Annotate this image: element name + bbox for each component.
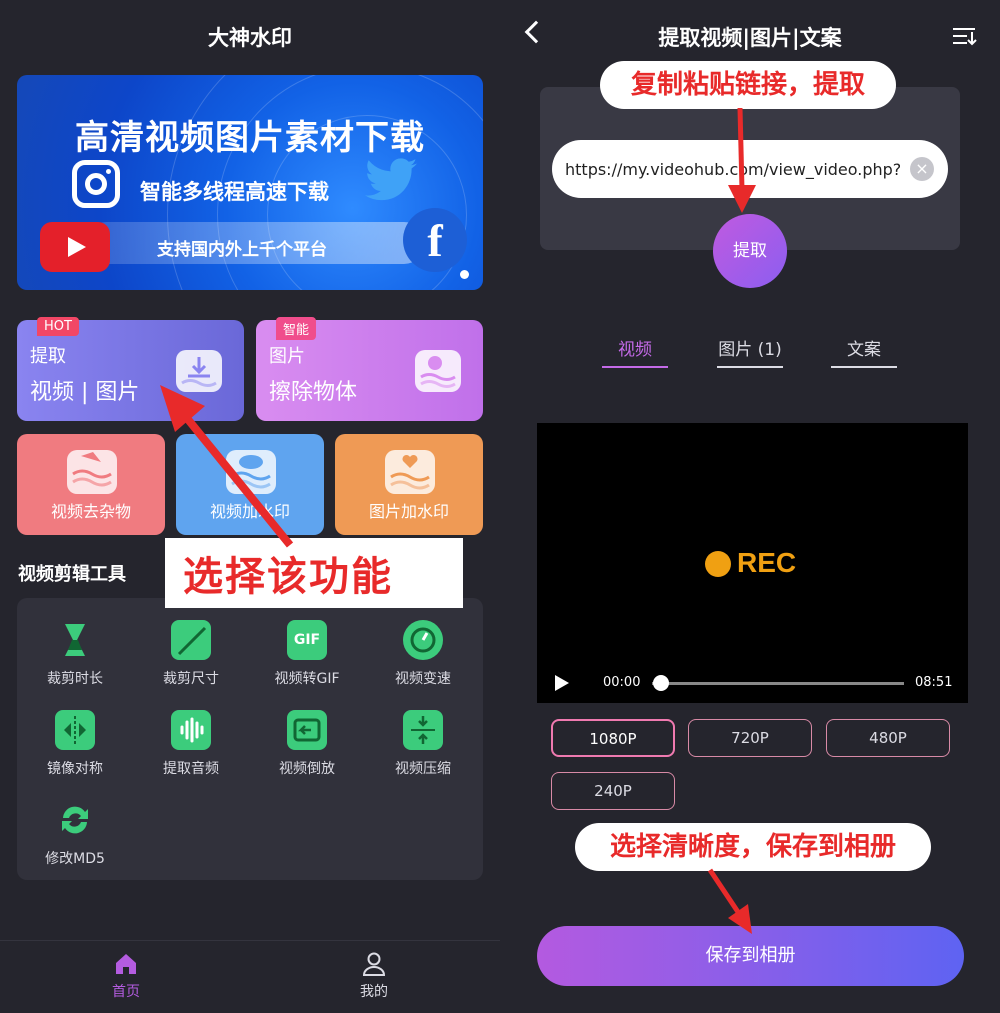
page-title: 提取视频|图片|文案 (658, 26, 842, 50)
tool-label: 裁剪尺寸 (163, 671, 219, 687)
hourglass-icon (55, 620, 95, 660)
tool-crop-size[interactable]: 裁剪尺寸 (133, 620, 249, 688)
banner-pill-text: 支持国内外上千个平台 (157, 240, 327, 260)
ai-erase-icon (415, 350, 461, 392)
save-to-album-button[interactable]: 保存到相册 (537, 926, 964, 986)
tab-video[interactable]: 视频 (602, 335, 668, 368)
url-input[interactable] (552, 140, 948, 198)
facebook-icon: f (403, 208, 467, 272)
clear-icon[interactable]: × (910, 157, 934, 181)
card-line2: 擦除物体 (269, 380, 358, 405)
tab-image[interactable]: 图片 (1) (717, 335, 783, 368)
tool-label: 镜像对称 (47, 761, 103, 777)
gif-glyph: GIF (293, 632, 321, 648)
hot-badge: HOT (37, 317, 79, 336)
video-erase-icon (67, 450, 117, 494)
nav-label: 我的 (360, 984, 388, 1000)
annotation-bubble-bottom: 选择清晰度，保存到相册 (575, 823, 931, 871)
resolution-480p[interactable]: 480P (826, 719, 950, 757)
tool-video-speed[interactable]: 视频变速 (365, 620, 481, 688)
video-player[interactable]: REC 00:00 08:51 (537, 423, 968, 703)
compress-icon (403, 710, 443, 750)
tool-video-reverse[interactable]: 视频倒放 (249, 710, 365, 778)
twitter-icon (365, 158, 417, 210)
heart-image-icon (385, 450, 435, 494)
smart-badge: 智能 (276, 317, 317, 340)
card-video-remove-object[interactable]: 视频去杂物 (17, 434, 165, 535)
tool-video-to-gif[interactable]: GIF 视频转GIF (249, 620, 365, 688)
tool-label: 视频倒放 (279, 761, 335, 777)
section-title: 视频剪辑工具 (18, 564, 126, 585)
play-icon[interactable] (555, 675, 569, 691)
rec-label: REC (737, 547, 797, 578)
tool-video-compress[interactable]: 视频压缩 (365, 710, 481, 778)
refresh-icon (55, 800, 95, 840)
card-line1: 图片 (269, 346, 305, 367)
card-extract-video-image[interactable]: HOT 提取 视频 | 图片 (17, 317, 244, 421)
carousel-dot (460, 270, 469, 279)
card-label: 视频加水印 (209, 502, 290, 521)
right-screen: 提取视频|图片|文案 × 提取 复制粘贴链接，提取 视频 图片 (1) 文案 R… (500, 0, 1000, 1013)
nav-home[interactable]: 首页 (86, 951, 166, 1001)
card-line1: 提取 (30, 346, 66, 367)
bottom-nav: 首页 我的 (0, 940, 500, 1013)
resolution-240p[interactable]: 240P (551, 772, 675, 810)
tool-extract-audio[interactable]: 提取音频 (133, 710, 249, 778)
card-line2: 视频 | 图片 (30, 380, 140, 405)
card-image-add-watermark[interactable]: 图片加水印 (335, 434, 483, 535)
user-icon (361, 951, 387, 977)
card-erase-object[interactable]: 智能 图片 擦除物体 (256, 317, 483, 421)
cloud-video-icon (226, 450, 276, 494)
progress-knob[interactable] (653, 675, 669, 691)
tool-label: 视频压缩 (395, 761, 451, 777)
tool-label: 裁剪时长 (47, 671, 103, 687)
sort-menu-icon[interactable] (953, 26, 977, 46)
app-title: 大神水印 (208, 26, 292, 50)
annotation-bubble-top: 复制粘贴链接，提取 (600, 61, 896, 109)
tool-trim-duration[interactable]: 裁剪时长 (17, 620, 133, 688)
banner-title: 高清视频图片素材下载 (75, 118, 425, 158)
resolution-720p[interactable]: 720P (688, 719, 812, 757)
nav-mine[interactable]: 我的 (334, 951, 414, 1001)
left-screen: 大神水印 高清视频图片素材下载 智能多线程高速下载 支持国内外上千个平台 f H… (0, 0, 500, 1013)
reverse-icon (287, 710, 327, 750)
home-icon (113, 951, 139, 977)
progress-track[interactable] (652, 682, 904, 685)
card-label: 视频去杂物 (50, 502, 131, 521)
nav-label: 首页 (112, 984, 140, 1000)
resolution-1080p[interactable]: 1080P (551, 719, 675, 757)
download-icon (176, 350, 222, 392)
banner-subtitle: 智能多线程高速下载 (140, 180, 329, 204)
gif-icon: GIF (287, 620, 327, 660)
instagram-icon (72, 160, 120, 208)
tool-label: 修改MD5 (45, 851, 105, 867)
tool-label: 提取音频 (163, 761, 219, 777)
tool-modify-md5[interactable]: 修改MD5 (17, 800, 133, 868)
card-label: 图片加水印 (368, 502, 449, 521)
speedometer-icon (403, 620, 443, 660)
tool-label: 视频转GIF (274, 671, 340, 687)
tab-text[interactable]: 文案 (831, 335, 897, 368)
rec-dot (705, 551, 731, 577)
card-video-add-watermark[interactable]: 视频加水印 (176, 434, 324, 535)
extract-button[interactable]: 提取 (713, 214, 787, 288)
youtube-icon (40, 222, 110, 272)
time-total: 08:51 (915, 675, 953, 690)
crop-icon (171, 620, 211, 660)
time-current: 00:00 (603, 675, 641, 690)
audio-wave-icon (171, 710, 211, 750)
mirror-icon (55, 710, 95, 750)
annotation-text: 选择该功能 (183, 554, 393, 600)
tool-label: 视频变速 (395, 671, 451, 687)
tool-mirror[interactable]: 镜像对称 (17, 710, 133, 778)
